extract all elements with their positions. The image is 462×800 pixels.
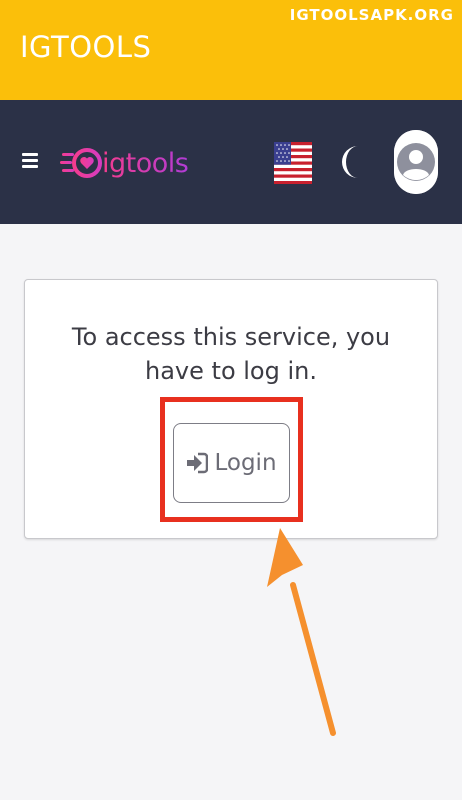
logo-heart-icon — [60, 148, 102, 178]
site-navbar: igtools — [0, 100, 462, 224]
logo-text: igtools — [102, 147, 189, 179]
site-logo[interactable]: igtools — [60, 143, 189, 183]
user-avatar-icon[interactable] — [394, 130, 438, 194]
app-title: IGTOOLS — [20, 30, 152, 64]
annotation-arrow-icon — [267, 528, 336, 736]
app-header: IGTOOLS IGTOOLSAPK.ORG — [0, 0, 462, 100]
us-flag-icon[interactable] — [274, 142, 312, 184]
sign-in-icon — [187, 452, 209, 474]
hamburger-icon[interactable] — [22, 149, 38, 171]
login-button-label: Login — [214, 450, 277, 476]
login-button[interactable]: Login — [173, 423, 290, 503]
watermark: IGTOOLSAPK.ORG — [289, 6, 454, 24]
login-required-message: To access this service, you have to log … — [71, 323, 391, 385]
moon-icon[interactable] — [340, 144, 366, 180]
